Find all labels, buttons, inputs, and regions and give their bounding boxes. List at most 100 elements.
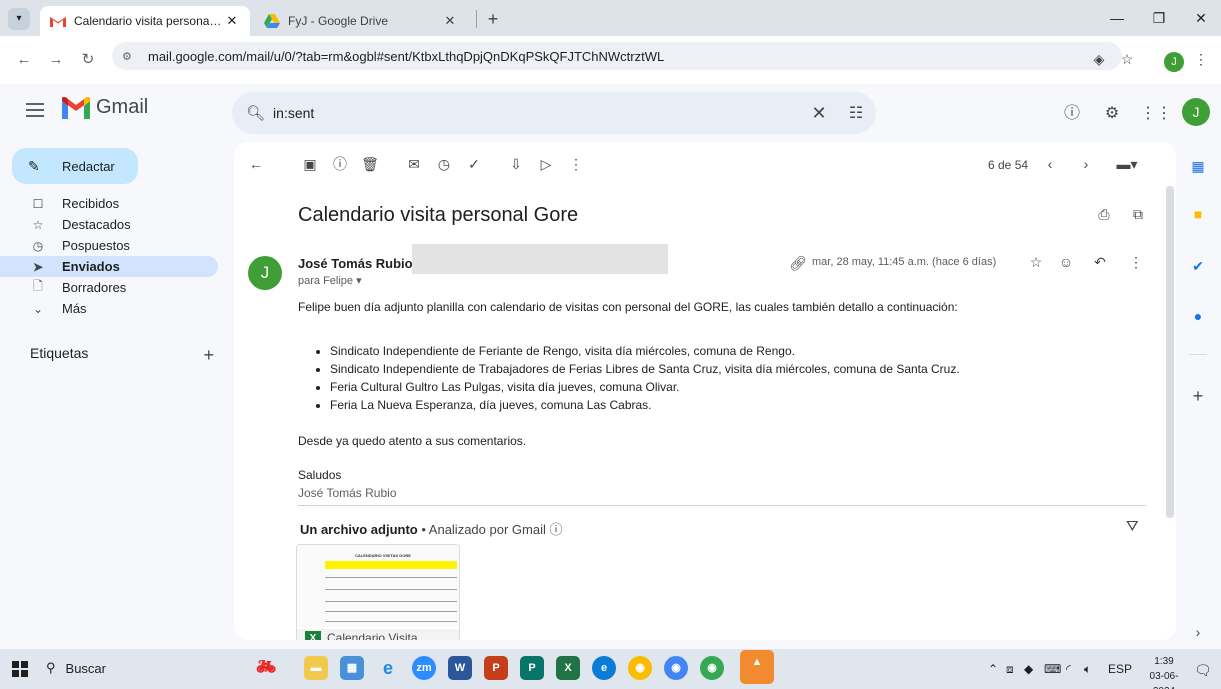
taskbar-search[interactable]: ⚲ Buscar [46, 660, 106, 676]
search-icon[interactable]: 🔍︎ [246, 104, 265, 122]
language-indicator[interactable]: ESP [1108, 662, 1132, 676]
file-explorer-icon[interactable]: ▬ [304, 656, 328, 680]
attachment-divider [298, 505, 1146, 506]
gmail-logo[interactable]: Gmail [62, 96, 148, 119]
delete-icon[interactable]: 🗑︎ [360, 154, 380, 174]
sidebar-item-inbox[interactable]: ☐ Recibidos [0, 193, 218, 214]
archive-icon[interactable]: ▣ [300, 154, 320, 174]
tab-gmail[interactable]: Calendario visita personal Gore ✕ [40, 6, 250, 36]
print-icon[interactable]: ⎙ [1094, 206, 1114, 223]
volume-icon[interactable]: 🔈︎ [1084, 662, 1091, 677]
help-icon[interactable]: ⓘ [1060, 102, 1084, 126]
emoji-reaction-icon[interactable]: ☺ [1056, 254, 1076, 270]
active-app-icon[interactable]: ▲ [740, 650, 774, 684]
sidebar-item-more[interactable]: ⌄ Más [0, 298, 218, 319]
notifications-icon[interactable]: 🗨︎ [1194, 662, 1212, 679]
main-menu-icon[interactable] [26, 103, 44, 117]
add-label-icon[interactable]: + [203, 345, 214, 366]
more-message-options-icon[interactable]: ⋮ [1126, 254, 1146, 271]
report-spam-icon[interactable]: ⓘ [330, 154, 350, 174]
taskbar-clock[interactable]: 1:39 03-06-2024 [1144, 654, 1184, 689]
edge-icon[interactable]: e [592, 656, 616, 680]
bicycle-widget-icon[interactable]: 🚲︎ [246, 656, 286, 680]
star-message-icon[interactable]: ☆ [1026, 254, 1046, 271]
contacts-icon[interactable]: ● [1186, 304, 1210, 328]
sidebar-item-drafts[interactable]: 🗋 Borradores [0, 277, 218, 298]
sender-name[interactable]: José Tomás Rubio [298, 256, 413, 271]
add-to-drive-icon[interactable]: ⛛ [1126, 518, 1139, 535]
sidebar-item-label: Borradores [62, 280, 127, 295]
browser-profile-avatar[interactable]: J [1164, 52, 1184, 72]
label-icon[interactable]: ▷ [536, 154, 556, 174]
new-tab-icon[interactable]: + [482, 8, 504, 30]
apps-grid-icon[interactable]: ⋮⋮ [1140, 102, 1172, 126]
restore-icon[interactable]: ❐ [1139, 6, 1179, 30]
reload-icon[interactable]: ↻ [78, 50, 98, 70]
input-tools-icon[interactable]: ▬▾ [1112, 154, 1142, 174]
sidebar-item-snoozed[interactable]: ◷ Pospuestos [0, 235, 218, 256]
tray-chevron-icon[interactable]: ⌃ [988, 662, 998, 676]
close-tab-icon[interactable]: ✕ [442, 13, 458, 29]
account-avatar[interactable]: J [1182, 98, 1210, 126]
search-icon: ⚲ [46, 660, 56, 675]
compose-button[interactable]: ✎ Redactar [12, 148, 138, 184]
chrome-profile-j-icon[interactable]: ◉ [700, 656, 724, 680]
control-panel-icon[interactable]: ▦ [340, 656, 364, 680]
close-tab-icon[interactable]: ✕ [224, 13, 240, 29]
move-to-icon[interactable]: ⇩ [506, 154, 526, 174]
tasks-icon[interactable]: ✔ [1186, 254, 1210, 278]
powerpoint-icon[interactable]: P [484, 656, 508, 680]
search-input[interactable]: in:sent [273, 105, 802, 121]
recipient-line[interactable]: para Felipe ▾ [298, 274, 362, 287]
chrome-icon[interactable]: ◉ [628, 656, 652, 680]
bookmark-star-icon[interactable]: ☆ [1116, 48, 1138, 70]
snooze-icon[interactable]: ◷ [434, 154, 454, 174]
menu-kebab-icon[interactable]: ⋮ [1190, 48, 1212, 70]
address-bar[interactable]: ⚙ mail.google.com/mail/u/0/?tab=rm&ogbl#… [112, 42, 1122, 70]
gmail-wordmark: Gmail [96, 96, 149, 118]
excel-taskbar-icon[interactable]: X [556, 656, 580, 680]
keep-icon[interactable]: ■ [1186, 202, 1210, 226]
older-chevron-icon[interactable]: › [1076, 154, 1096, 174]
close-window-icon[interactable]: ✕ [1181, 6, 1221, 30]
tray-app-icon[interactable]: ⧈ [1006, 662, 1014, 677]
reply-icon[interactable]: ↶ [1090, 254, 1110, 271]
mark-unread-icon[interactable]: ✉ [404, 154, 424, 174]
wifi-icon[interactable]: ◜ [1066, 662, 1071, 676]
sender-avatar[interactable]: J [248, 256, 282, 290]
sidebar-item-starred[interactable]: ☆ Destacados [0, 214, 218, 235]
eye-icon[interactable]: ◈ [1088, 48, 1110, 70]
message-scrollbar[interactable] [1166, 186, 1174, 518]
back-icon[interactable]: ← [14, 50, 34, 70]
newer-chevron-icon[interactable]: ‹ [1040, 154, 1060, 174]
back-to-list-icon[interactable]: ← [246, 154, 266, 174]
tray-color-icon[interactable]: ◆ [1024, 662, 1033, 676]
tab-search-icon[interactable]: ▾ [8, 8, 30, 30]
more-options-icon[interactable]: ⋮ [566, 154, 586, 174]
body-intro: Felipe buen día adjunto planilla con cal… [298, 300, 958, 314]
open-new-window-icon[interactable]: ⧉ [1128, 206, 1148, 223]
attachment-card[interactable]: CALENDARIO VISITAS GORE X Calendario Vis… [296, 544, 460, 640]
tray-input-icon[interactable]: ⌨ [1044, 662, 1061, 676]
zoom-icon[interactable]: zm [412, 656, 436, 680]
forward-icon[interactable]: → [46, 50, 66, 70]
chrome-profile-icon[interactable]: ◉ [664, 656, 688, 680]
minimize-icon[interactable]: — [1097, 6, 1137, 30]
tab-drive[interactable]: FyJ - Google Drive ✕ [254, 6, 468, 36]
settings-gear-icon[interactable]: ⚙ [1100, 102, 1124, 126]
sidebar-item-sent[interactable]: ➤ Enviados [0, 256, 218, 277]
sheet-header-band [325, 561, 457, 569]
get-addons-icon[interactable]: + [1186, 384, 1210, 408]
word-icon[interactable]: W [448, 656, 472, 680]
show-side-panel-icon[interactable]: › [1186, 620, 1210, 644]
publisher-icon[interactable]: P [520, 656, 544, 680]
site-info-icon[interactable]: ⚙ [122, 50, 140, 63]
excel-icon: X [305, 630, 321, 640]
calendar-icon[interactable]: ▦ [1186, 154, 1210, 178]
internet-explorer-icon[interactable]: e [376, 656, 400, 680]
windows-start-icon[interactable] [12, 661, 28, 677]
add-task-icon[interactable]: ✓ [464, 154, 484, 174]
search-options-icon[interactable]: ☷ [836, 103, 876, 123]
search-bar[interactable]: 🔍︎ in:sent ✕ ☷ [232, 92, 876, 134]
clear-search-icon[interactable]: ✕ [802, 103, 836, 124]
